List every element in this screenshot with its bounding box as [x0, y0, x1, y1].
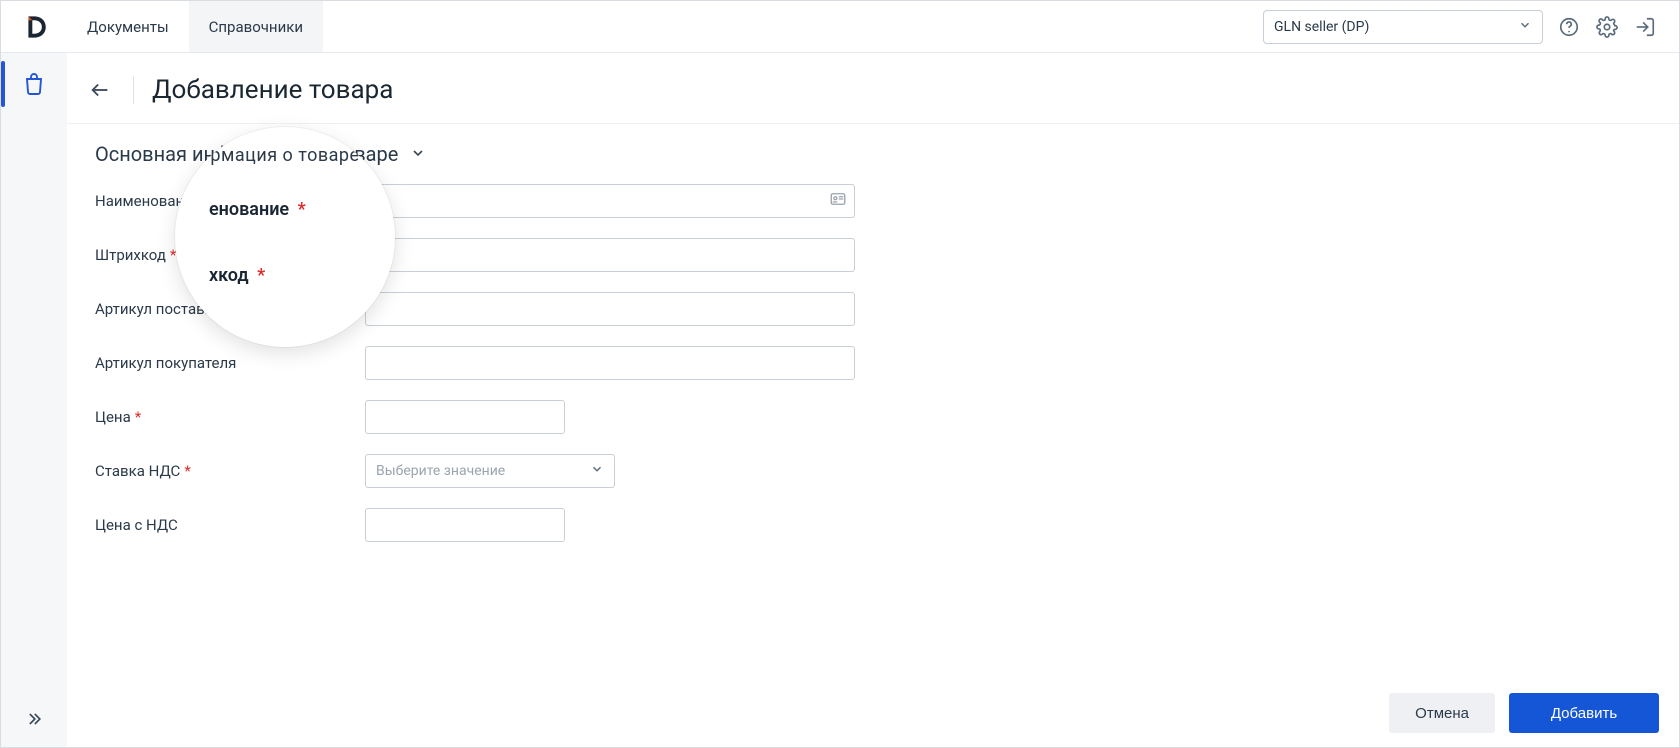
logo-icon: [20, 13, 48, 41]
nav-documents[interactable]: Документы: [67, 1, 189, 52]
content: Добавление товара Основная информация о …: [67, 53, 1679, 747]
logout-icon: [1634, 16, 1656, 38]
select-vat-rate[interactable]: Выберите значение: [365, 454, 615, 488]
label-price: Цена*: [95, 408, 365, 426]
required-mark: *: [135, 408, 141, 426]
select-vat-rate-placeholder: Выберите значение: [376, 463, 505, 479]
cancel-button[interactable]: Отмена: [1389, 693, 1495, 733]
help-icon: [1558, 16, 1580, 38]
section-basic-info: Основная информация о товаре Наименовани…: [67, 124, 1679, 570]
sidebar: [1, 53, 67, 747]
label-article-supplier: Артикул поставщика: [95, 300, 365, 318]
back-button[interactable]: [85, 75, 115, 105]
top-nav: Документы Справочники: [67, 1, 323, 52]
label-price-with-vat: Цена с НДС: [95, 516, 365, 534]
input-price-with-vat[interactable]: [365, 508, 565, 542]
input-name[interactable]: [365, 184, 855, 218]
row-name: Наименование*: [95, 184, 1651, 218]
form-footer: Отмена Добавить: [1389, 693, 1659, 733]
divider: [133, 76, 134, 104]
submit-button[interactable]: Добавить: [1509, 693, 1659, 733]
row-article-supplier: Артикул поставщика: [95, 292, 1651, 326]
sidebar-item-products[interactable]: [17, 67, 51, 101]
help-button[interactable]: [1557, 15, 1581, 39]
row-article-buyer: Артикул покупателя: [95, 346, 1651, 380]
gear-icon: [1596, 16, 1618, 38]
chevron-down-icon: [590, 462, 604, 480]
arrow-left-icon: [89, 79, 111, 101]
settings-button[interactable]: [1595, 15, 1619, 39]
row-price: Цена*: [95, 400, 1651, 434]
section-header[interactable]: Основная информация о товаре: [95, 142, 1651, 166]
chevrons-right-icon: [24, 709, 44, 729]
nav-documents-label: Документы: [87, 18, 169, 36]
app-logo: [1, 1, 67, 52]
page-title: Добавление товара: [152, 75, 393, 105]
section-title: Основная информация о товаре: [95, 142, 398, 166]
input-barcode[interactable]: [365, 238, 855, 272]
row-price-with-vat: Цена с НДС: [95, 508, 1651, 542]
required-mark: *: [170, 246, 176, 264]
card-icon[interactable]: [829, 190, 847, 212]
shopping-bag-icon: [22, 72, 46, 96]
role-selector[interactable]: GLN seller (DP): [1263, 10, 1543, 44]
label-name: Наименование*: [95, 192, 365, 210]
page-header: Добавление товара: [67, 53, 1679, 123]
topbar: Документы Справочники GLN seller (DP): [1, 1, 1679, 53]
nav-directories-label: Справочники: [209, 18, 303, 36]
label-barcode: Штрихкод*: [95, 246, 365, 264]
label-article-buyer: Артикул покупателя: [95, 354, 365, 372]
input-article-buyer[interactable]: [365, 346, 855, 380]
nav-directories[interactable]: Справочники: [189, 1, 323, 52]
chevron-down-icon: [410, 142, 426, 166]
logout-button[interactable]: [1633, 15, 1657, 39]
topbar-right: GLN seller (DP): [1263, 1, 1679, 52]
input-article-supplier[interactable]: [365, 292, 855, 326]
chevron-down-icon: [1518, 18, 1532, 36]
row-barcode: Штрихкод*: [95, 238, 1651, 272]
input-price[interactable]: [365, 400, 565, 434]
label-vat-rate: Ставка НДС*: [95, 462, 365, 480]
role-selector-label: GLN seller (DP): [1274, 19, 1369, 35]
required-mark: *: [205, 192, 211, 210]
row-vat-rate: Ставка НДС* Выберите значение: [95, 454, 1651, 488]
required-mark: *: [184, 462, 190, 480]
sidebar-expand[interactable]: [1, 709, 67, 729]
